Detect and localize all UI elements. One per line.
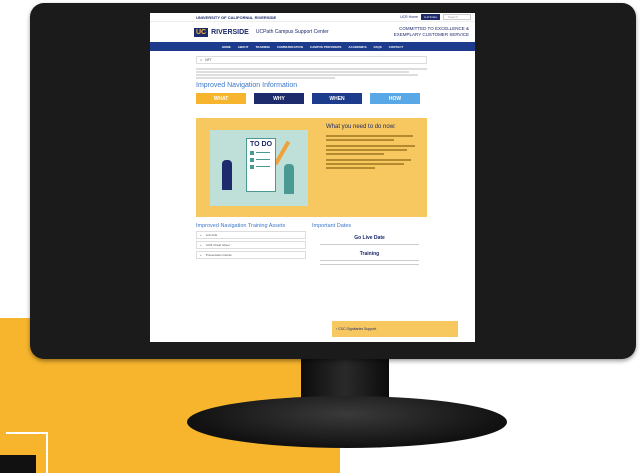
nav-item-communication[interactable]: COMMUNICATION bbox=[277, 45, 303, 49]
dates-heading: Important Dates bbox=[312, 223, 352, 229]
clipboard-icon: TO DO bbox=[246, 137, 276, 192]
tab-what[interactable]: WHAT bbox=[196, 93, 246, 104]
assets-heading: Improved Navigation Training Assets bbox=[196, 223, 286, 229]
monitor-screen: UNIVERSITY OF CALIFORNIA, RIVERSIDE UCR … bbox=[150, 13, 475, 342]
nav-item-training[interactable]: TRAINING bbox=[255, 45, 270, 49]
ucr-home-link[interactable]: UCR Home bbox=[400, 15, 418, 19]
plus-icon: + bbox=[200, 253, 202, 257]
checklist-item bbox=[250, 150, 272, 155]
asset-item[interactable]: + UCR Cheat Sheet bbox=[196, 241, 306, 249]
nav-item-contact[interactable]: CONTACT bbox=[389, 45, 403, 49]
monitor-base bbox=[187, 396, 507, 448]
site-name: UCPath Campus Support Center bbox=[255, 29, 329, 35]
nav-item-home[interactable]: HOME bbox=[222, 45, 231, 49]
background-black-block bbox=[0, 455, 36, 473]
site-logo[interactable]: UC RIVERSIDE UCPath Campus Support Cente… bbox=[194, 27, 329, 37]
tab-when[interactable]: WHEN bbox=[312, 93, 362, 104]
nav-item-campus-providers[interactable]: CAMPUS PROVIDERS bbox=[310, 45, 342, 49]
divider bbox=[320, 264, 419, 265]
important-dates: Important Dates Go Live Date Training bbox=[312, 223, 427, 268]
nav-item-about[interactable]: ABOUT bbox=[238, 45, 249, 49]
page-heading: Improved Navigation Information bbox=[196, 82, 298, 89]
breadcrumb-current: NFT bbox=[205, 58, 212, 62]
divider bbox=[320, 260, 419, 261]
home-icon[interactable]: ⌂ bbox=[200, 58, 202, 62]
todo-card: TO DO bbox=[210, 129, 308, 206]
main-content: ⌂ NFT Improved Navigation Information WH… bbox=[150, 51, 475, 268]
training-assets: Improved Navigation Training Assets + Job… bbox=[196, 223, 306, 268]
todo-label: TO DO bbox=[249, 140, 273, 148]
pencil-icon bbox=[273, 140, 291, 165]
tab-why[interactable]: WHY bbox=[254, 93, 304, 104]
info-tabs: WHAT WHY WHEN HOW bbox=[196, 93, 427, 104]
go-live-heading: Go Live Date bbox=[354, 235, 385, 241]
utility-links: UCR Home A-Z Index Search bbox=[400, 14, 471, 20]
asset-item[interactable]: + Job Aids bbox=[196, 231, 306, 239]
person-left-icon bbox=[222, 159, 232, 190]
asset-label: UCR Cheat Sheet bbox=[205, 243, 230, 247]
checklist-item bbox=[250, 164, 272, 169]
search-input[interactable]: Search bbox=[443, 14, 471, 20]
divider bbox=[320, 244, 419, 245]
a-z-index-button[interactable]: A-Z Index bbox=[420, 14, 440, 20]
bottom-columns: Improved Navigation Training Assets + Job… bbox=[196, 223, 427, 268]
logo-uc: UC bbox=[194, 27, 209, 37]
logo-riverside: RIVERSIDE bbox=[211, 28, 249, 36]
dignitaries-support-link[interactable]: › CSC Dignitaries Support bbox=[332, 321, 458, 337]
feature-body bbox=[326, 135, 423, 169]
checklist-item bbox=[250, 157, 272, 162]
todo-illustration: TO DO bbox=[196, 118, 322, 217]
asset-label: Presentation Decks bbox=[205, 253, 232, 257]
nav-item-academics[interactable]: ACADEMICS bbox=[348, 45, 366, 49]
go-live-section: Go Live Date bbox=[312, 235, 427, 245]
tab-how[interactable]: HOW bbox=[370, 93, 420, 104]
person-right-icon bbox=[284, 163, 294, 194]
training-heading: Training bbox=[359, 251, 380, 257]
plus-icon: + bbox=[200, 233, 202, 237]
breadcrumb: ⌂ NFT bbox=[196, 56, 427, 64]
site-tagline: COMMITTED TO EXCELLENCE & EXEMPLARY CUST… bbox=[393, 26, 469, 37]
main-nav: HOME ABOUT TRAINING COMMUNICATION CAMPUS… bbox=[150, 42, 475, 51]
utility-bar: UNIVERSITY OF CALIFORNIA, RIVERSIDE UCR … bbox=[150, 13, 475, 22]
university-name: UNIVERSITY OF CALIFORNIA, RIVERSIDE bbox=[196, 14, 277, 20]
asset-label: Job Aids bbox=[205, 233, 218, 237]
training-section: Training bbox=[312, 251, 427, 265]
intro-paragraph bbox=[196, 68, 427, 79]
nav-item-faqs[interactable]: FAQS bbox=[374, 45, 382, 49]
feature-panel: TO DO What you need to do now: bbox=[196, 118, 427, 217]
asset-item[interactable]: + Presentation Decks bbox=[196, 251, 306, 259]
site-header: UC RIVERSIDE UCPath Campus Support Cente… bbox=[150, 22, 475, 42]
plus-icon: + bbox=[200, 243, 202, 247]
feature-title: What you need to do now: bbox=[326, 124, 396, 130]
dignitaries-support-label: CSC Dignitaries Support bbox=[338, 327, 377, 331]
feature-text: What you need to do now: bbox=[322, 118, 427, 217]
